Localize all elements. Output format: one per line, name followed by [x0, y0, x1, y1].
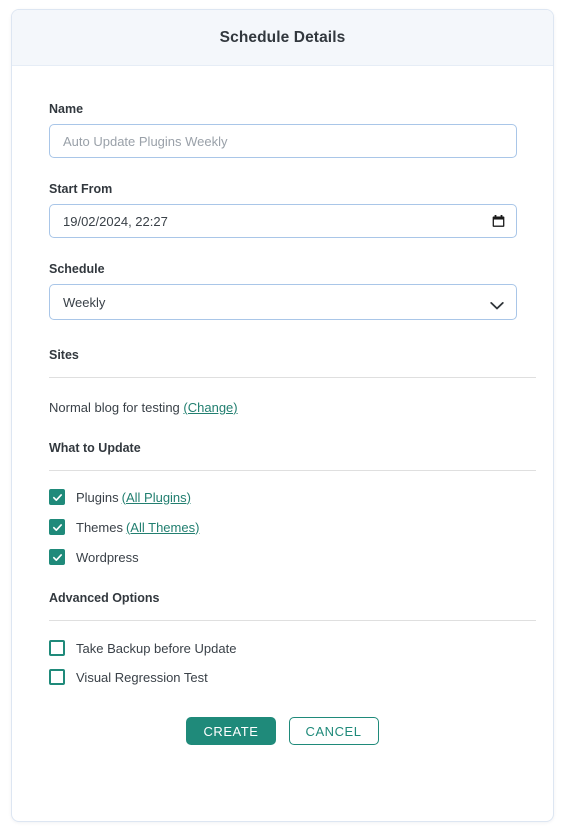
checkbox-row-visual-regression[interactable]: Visual Regression Test: [49, 669, 516, 685]
checkbox-label-plugins: Plugins (All Plugins): [76, 490, 191, 505]
advanced-options-heading: Advanced Options: [49, 591, 160, 605]
sites-heading: Sites: [49, 348, 79, 362]
dialog-title: Schedule Details: [219, 28, 346, 46]
schedule-select-value[interactable]: Weekly: [49, 284, 517, 320]
dialog-body: Name Start From 19/02/2024, 22:27 Schedu…: [12, 66, 553, 745]
schedule-select[interactable]: Weekly: [49, 284, 517, 320]
checkbox-row-themes[interactable]: Themes (All Themes): [49, 519, 516, 535]
site-name: Normal blog for testing: [49, 400, 180, 415]
what-to-update-heading: What to Update: [49, 441, 141, 455]
site-row: Normal blog for testing (Change): [49, 400, 516, 415]
dialog-header: Schedule Details: [12, 10, 553, 66]
checkbox-row-plugins[interactable]: Plugins (All Plugins): [49, 489, 516, 505]
checkbox-take-backup[interactable]: [49, 640, 65, 656]
name-field-label: Name: [49, 102, 84, 116]
checkbox-row-take-backup[interactable]: Take Backup before Update: [49, 640, 516, 656]
checkbox-visual-regression[interactable]: [49, 669, 65, 685]
all-plugins-link[interactable]: (All Plugins): [122, 490, 191, 505]
start-from-field[interactable]: 19/02/2024, 22:27: [49, 204, 517, 238]
schedule-field-label: Schedule: [49, 262, 105, 276]
schedule-details-dialog: Schedule Details Name Start From 19/02/2…: [11, 9, 554, 822]
sites-divider: [49, 377, 536, 378]
name-input[interactable]: [49, 124, 517, 158]
plugins-text: Plugins: [76, 489, 119, 505]
cancel-button[interactable]: CANCEL: [288, 717, 379, 745]
checkbox-label-themes: Themes (All Themes): [76, 520, 199, 535]
what-to-update-divider: [49, 470, 536, 471]
all-themes-link[interactable]: (All Themes): [126, 520, 199, 535]
checkbox-label-take-backup: Take Backup before Update: [76, 640, 237, 656]
advanced-options-list: Take Backup before Update Visual Regress…: [49, 640, 516, 685]
themes-text: Themes: [76, 519, 123, 535]
checkbox-label-wordpress: Wordpress: [76, 549, 139, 565]
start-from-input[interactable]: 19/02/2024, 22:27: [49, 204, 517, 238]
start-from-field-label: Start From: [49, 182, 113, 196]
what-to-update-list: Plugins (All Plugins) Themes (All Themes): [49, 489, 516, 565]
site-change-link[interactable]: (Change): [183, 400, 237, 415]
dialog-actions: CREATE CANCEL: [49, 717, 516, 745]
page-root: Schedule Details Name Start From 19/02/2…: [0, 0, 565, 830]
checkbox-row-wordpress[interactable]: Wordpress: [49, 549, 516, 565]
create-button[interactable]: CREATE: [186, 717, 276, 745]
advanced-options-divider: [49, 620, 536, 621]
checkbox-themes[interactable]: [49, 519, 65, 535]
checkbox-label-visual-regression: Visual Regression Test: [76, 669, 208, 685]
checkbox-plugins[interactable]: [49, 489, 65, 505]
checkbox-wordpress[interactable]: [49, 549, 65, 565]
